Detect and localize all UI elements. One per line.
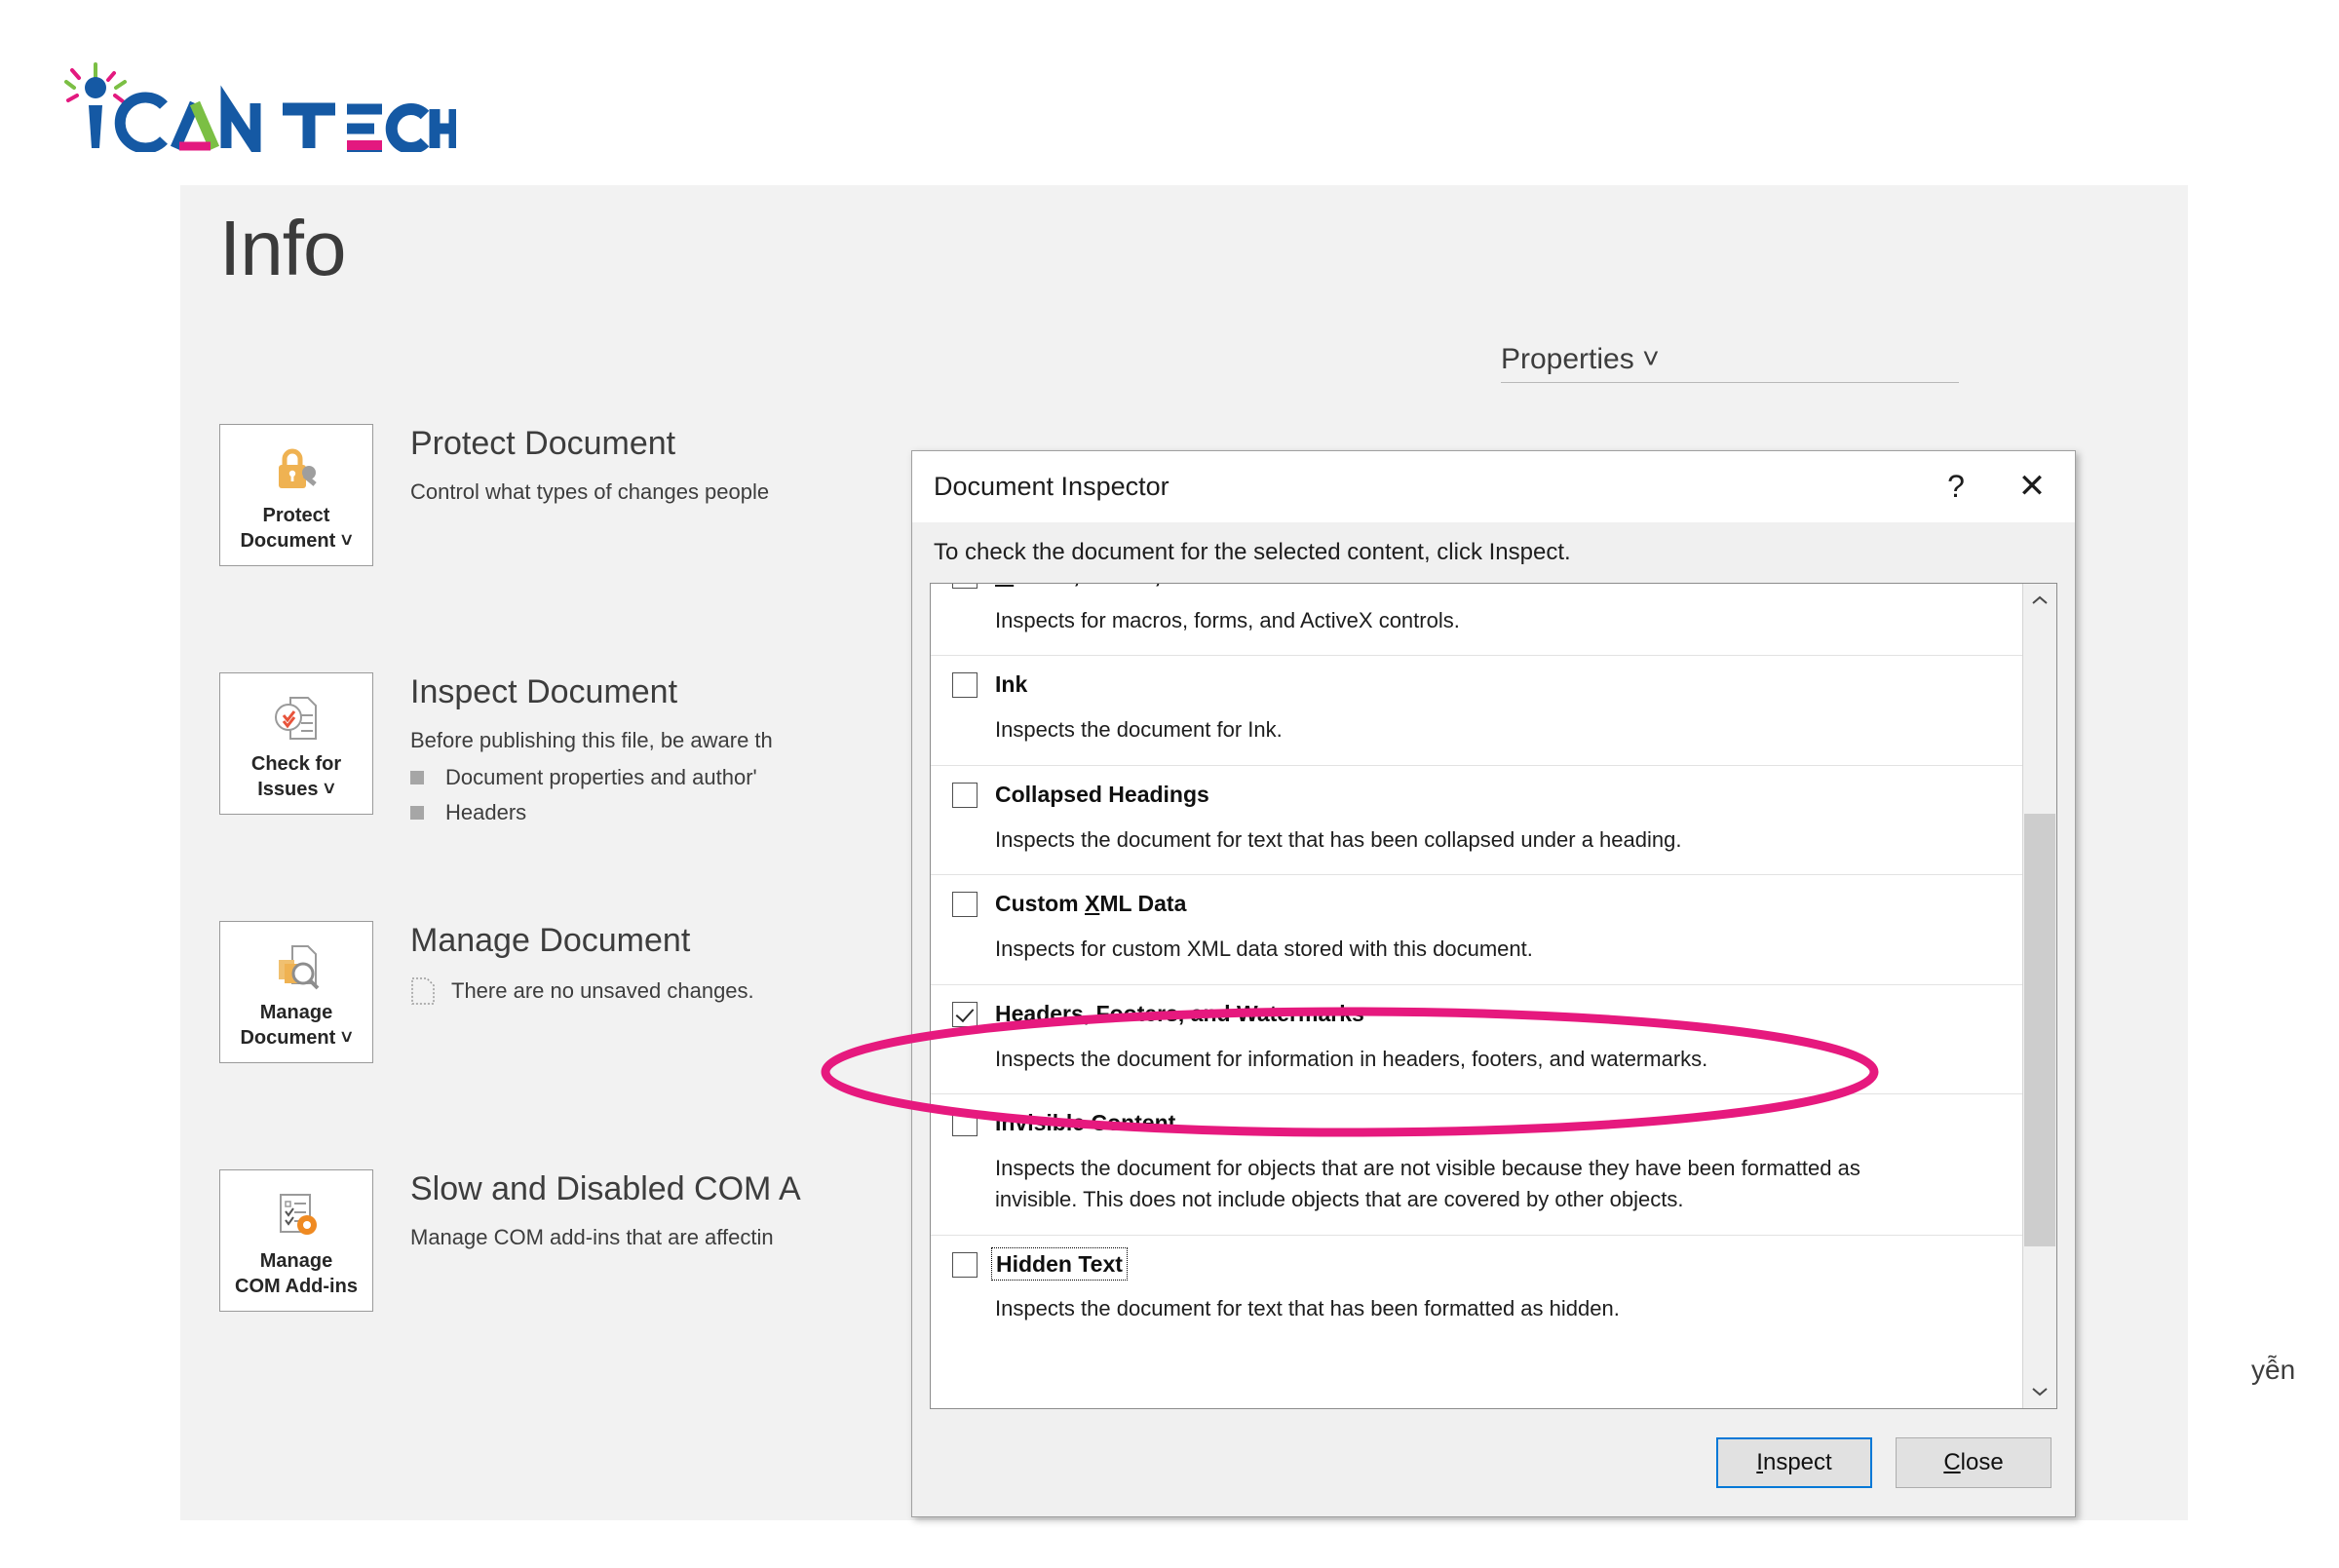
close-button[interactable]: Close bbox=[1896, 1437, 2051, 1488]
inspect-document-bullets: Document properties and author' Headers bbox=[410, 765, 773, 825]
bullet-square-icon bbox=[410, 771, 424, 785]
list-item[interactable]: Hidden Text Inspects the document for te… bbox=[931, 1236, 2022, 1344]
inspect-button[interactable]: Inspect bbox=[1716, 1437, 1872, 1488]
bullet-square-icon bbox=[410, 806, 424, 821]
help-icon[interactable]: ? bbox=[1923, 451, 1989, 521]
scroll-down-icon[interactable] bbox=[2023, 1375, 2056, 1408]
lock-key-icon bbox=[269, 439, 324, 499]
brand-logo bbox=[47, 62, 456, 152]
logo-letter-a-right bbox=[189, 100, 220, 151]
list-item-title: Headers, Footers, and Watermarks bbox=[995, 1000, 1364, 1026]
checkbox-macros[interactable] bbox=[952, 584, 978, 589]
logo-letter-t bbox=[283, 102, 335, 148]
list-item-description: Inspects the document for Ink. bbox=[995, 717, 1283, 743]
list-item-title: Custom XML Data bbox=[995, 891, 1187, 917]
list-item[interactable]: Ink Inspects the document for Ink. bbox=[931, 656, 2022, 766]
checkbox-collapsed-headings[interactable] bbox=[952, 782, 978, 808]
inspect-document-text: Inspect Document Before publishing this … bbox=[410, 673, 773, 825]
list-item[interactable]: Macros, Forms, and ActiveX Controls Insp… bbox=[931, 584, 2022, 657]
scrollbar-thumb[interactable] bbox=[2024, 814, 2055, 1246]
manage-document-status: There are no unsaved changes. bbox=[410, 976, 754, 1006]
checkbox-headers-footers-watermarks[interactable] bbox=[952, 1001, 978, 1027]
protect-document-text: Protect Document Control what types of c… bbox=[410, 425, 770, 507]
protect-document-description: Control what types of changes people bbox=[410, 479, 770, 505]
properties-divider bbox=[1501, 382, 1959, 383]
document-inspector-dialog: Document Inspector ? ✕ To check the docu… bbox=[911, 450, 2076, 1517]
list-item-title: Collapsed Headings bbox=[995, 781, 1209, 807]
inspector-listbox[interactable]: Macros, Forms, and ActiveX Controls Insp… bbox=[930, 583, 2057, 1409]
logo-letter-n bbox=[220, 85, 261, 152]
list-item[interactable]: Collapsed Headings Inspects the document… bbox=[931, 766, 2022, 876]
scrollbar-track[interactable] bbox=[2023, 617, 2056, 1375]
list-item: Headers bbox=[410, 800, 773, 825]
inspect-button-label: Inspect bbox=[1756, 1449, 1832, 1475]
manage-document-text: Manage Document There are no unsaved cha… bbox=[410, 922, 754, 1006]
brand-logo-svg bbox=[64, 62, 456, 152]
vertical-scrollbar[interactable] bbox=[2022, 584, 2056, 1408]
checkbox-custom-xml-data[interactable] bbox=[952, 892, 978, 918]
logo-letter-c2 bbox=[385, 103, 430, 152]
dialog-title-bar: Document Inspector ? ✕ bbox=[912, 451, 2075, 521]
dialog-instruction-bar: To check the document for the selected c… bbox=[912, 521, 2075, 583]
checkbox-hidden-text[interactable] bbox=[952, 1251, 978, 1278]
properties-section: Properties ˅ bbox=[1501, 343, 1959, 383]
manage-document-label: Manage Document ˅ bbox=[240, 1002, 353, 1050]
logo-letter-c bbox=[114, 92, 168, 152]
list-item[interactable]: Headers, Footers, and Watermarks Inspect… bbox=[931, 985, 2022, 1095]
list-item-title: Ink bbox=[995, 671, 1028, 698]
manage-document-button[interactable]: Manage Document ˅ bbox=[219, 921, 373, 1063]
list-item-description: Inspects the document for objects that a… bbox=[995, 1156, 1860, 1211]
page-title: Info bbox=[219, 205, 346, 291]
com-addins-heading: Slow and Disabled COM A bbox=[410, 1170, 801, 1207]
author-name-fragment: yễn bbox=[2251, 1355, 2296, 1385]
list-item-title: Invisible Content bbox=[995, 1110, 1176, 1136]
com-addins-description: Manage COM add-ins that are affectin bbox=[410, 1225, 774, 1250]
manage-com-addins-label: Manage COM Add-ins bbox=[235, 1250, 358, 1298]
list-item: Document properties and author' bbox=[410, 765, 773, 790]
list-item-description: Inspects the document for text that has … bbox=[995, 826, 1682, 852]
dialog-title: Document Inspector bbox=[934, 471, 1170, 501]
checklist-gear-icon bbox=[269, 1184, 324, 1244]
inspector-list: Macros, Forms, and ActiveX Controls Insp… bbox=[931, 584, 2022, 1408]
manage-com-addins-button[interactable]: Manage COM Add-ins bbox=[219, 1169, 373, 1312]
scroll-up-icon[interactable] bbox=[2023, 584, 2056, 617]
list-item-description: Inspects the document for text that has … bbox=[995, 1296, 1620, 1321]
dialog-instruction: To check the document for the selected c… bbox=[934, 539, 1571, 565]
logo-person-body bbox=[89, 105, 102, 148]
close-icon[interactable]: ✕ bbox=[1999, 451, 2065, 521]
unsaved-document-icon bbox=[411, 977, 435, 1006]
checkbox-invisible-content[interactable] bbox=[952, 1111, 978, 1137]
check-for-issues-button[interactable]: Check for Issues ˅ bbox=[219, 672, 373, 815]
properties-label[interactable]: Properties ˅ bbox=[1501, 343, 1959, 376]
protect-document-button[interactable]: Protect Document ˅ bbox=[219, 424, 373, 566]
check-for-issues-label: Check for Issues ˅ bbox=[250, 753, 342, 801]
inspect-document-description: Before publishing this file, be aware th bbox=[410, 728, 773, 753]
dialog-footer: Inspect Close bbox=[912, 1409, 2075, 1516]
logo-letter-h bbox=[429, 109, 456, 148]
com-addins-text: Slow and Disabled COM A Manage COM add-i… bbox=[410, 1170, 801, 1252]
inspect-document-heading: Inspect Document bbox=[410, 673, 678, 710]
logo-person-head bbox=[85, 77, 106, 98]
document-stack-search-icon bbox=[269, 936, 324, 996]
list-item-description: Inspects the document for information in… bbox=[995, 1046, 1708, 1071]
document-check-icon bbox=[269, 687, 324, 747]
list-item-title: Hidden Text bbox=[991, 1246, 1128, 1281]
logo-letter-a-left bbox=[170, 100, 201, 151]
checkbox-ink[interactable] bbox=[952, 672, 978, 699]
list-item[interactable]: Invisible Content Inspects the document … bbox=[931, 1094, 2022, 1236]
list-item-description: Inspects for macros, forms, and ActiveX … bbox=[995, 607, 1460, 632]
protect-document-label: Protect Document ˅ bbox=[240, 505, 353, 553]
list-item-description: Inspects for custom XML data stored with… bbox=[995, 937, 1533, 962]
close-button-label: Close bbox=[1943, 1449, 2004, 1475]
list-item-title: Macros, Forms, and ActiveX Controls bbox=[995, 584, 1393, 590]
list-item[interactable]: Custom XML Data Inspects for custom XML … bbox=[931, 875, 2022, 985]
manage-document-heading: Manage Document bbox=[410, 922, 691, 959]
dialog-body: Macros, Forms, and ActiveX Controls Insp… bbox=[912, 583, 2075, 1409]
protect-document-heading: Protect Document bbox=[410, 425, 676, 462]
